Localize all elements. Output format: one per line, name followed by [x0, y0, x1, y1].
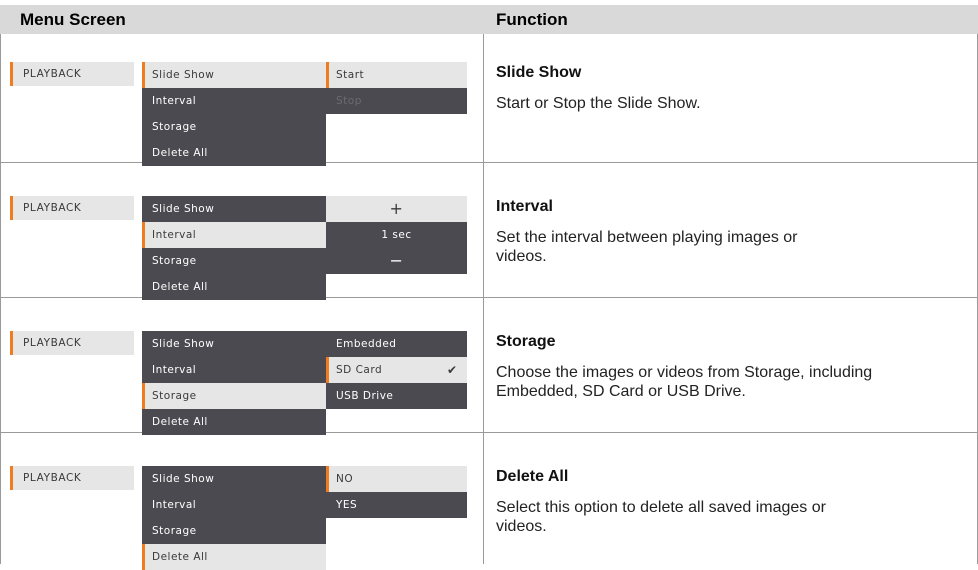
- menu-item-slide-show: Slide Show: [142, 466, 326, 492]
- menu-playback: PLAYBACK: [10, 196, 134, 220]
- option-label: 1 sec: [381, 229, 412, 241]
- decrease-icon: −: [326, 248, 467, 274]
- menu-item-label: Delete All: [152, 281, 208, 293]
- menu-item-label: Slide Show: [152, 473, 215, 485]
- menu-submenu: Slide Show Interval Storage Delete All: [142, 466, 326, 570]
- function-description: Choose the images or videos from Storage…: [496, 364, 873, 400]
- menu-item-delete-all: Delete All: [142, 544, 326, 570]
- menu-item-label: Storage: [152, 121, 197, 133]
- menu-playback-label: PLAYBACK: [23, 337, 82, 349]
- menu-playback-label: PLAYBACK: [23, 68, 82, 80]
- option-label: NO: [336, 473, 354, 485]
- table-row-delete-all: PLAYBACK Slide Show Interval Storage Del…: [0, 461, 978, 570]
- menu-item-storage: Storage: [142, 383, 326, 409]
- table-row-interval: PLAYBACK Slide Show Interval Storage Del…: [0, 191, 978, 300]
- menu-item-label: Slide Show: [152, 338, 215, 350]
- checkmark-icon: ✔: [446, 363, 457, 377]
- option-label: USB Drive: [336, 390, 394, 402]
- option-sd-card: SD Card ✔: [326, 357, 467, 383]
- option-stop: Stop: [326, 88, 467, 114]
- menu-item-storage: Storage: [142, 114, 326, 140]
- menu-options: + 1 sec −: [326, 196, 467, 274]
- menu-item-label: Interval: [152, 95, 197, 107]
- menu-playback: PLAYBACK: [10, 331, 134, 355]
- plus-icon: +: [389, 199, 404, 218]
- option-start: Start: [326, 62, 467, 88]
- menu-item-label: Delete All: [152, 416, 208, 428]
- option-yes: YES: [326, 492, 467, 518]
- function-description: Select this option to delete all saved i…: [496, 499, 826, 535]
- menu-item-storage: Storage: [142, 248, 326, 274]
- menu-item-delete-all: Delete All: [142, 140, 326, 166]
- function-title: Delete All: [496, 468, 569, 485]
- option-label: SD Card: [336, 364, 383, 376]
- menu-options: Embedded SD Card ✔ USB Drive: [326, 331, 467, 409]
- option-label: Stop: [336, 95, 362, 107]
- menu-item-label: Delete All: [152, 551, 208, 563]
- function-title: Storage: [496, 333, 556, 350]
- menu-screen-mockup: PLAYBACK Slide Show Interval Storage Del…: [10, 466, 475, 570]
- option-label: YES: [336, 499, 358, 511]
- option-interval-value: 1 sec: [326, 222, 467, 248]
- menu-playback-label: PLAYBACK: [23, 472, 82, 484]
- option-no: NO: [326, 466, 467, 492]
- menu-item-interval: Interval: [142, 357, 326, 383]
- menu-item-slide-show: Slide Show: [142, 196, 326, 222]
- table-row-slide-show: PLAYBACK Slide Show Interval Storage Del…: [0, 57, 978, 166]
- menu-item-interval: Interval: [142, 492, 326, 518]
- menu-item-label: Interval: [152, 229, 197, 241]
- menu-screen-mockup: PLAYBACK Slide Show Interval Storage Del…: [10, 196, 475, 300]
- table-row-storage: PLAYBACK Slide Show Interval Storage Del…: [0, 326, 978, 435]
- minus-icon: −: [389, 251, 404, 270]
- menu-item-label: Interval: [152, 364, 197, 376]
- menu-item-label: Storage: [152, 525, 197, 537]
- menu-submenu: Slide Show Interval Storage Delete All: [142, 196, 326, 300]
- header-function: Function: [496, 10, 568, 29]
- option-label: Embedded: [336, 338, 397, 350]
- menu-item-interval: Interval: [142, 222, 326, 248]
- menu-item-label: Storage: [152, 390, 197, 402]
- menu-options: NO YES: [326, 466, 467, 518]
- menu-screen-mockup: PLAYBACK Slide Show Interval Storage Del…: [10, 331, 475, 435]
- table-header: Menu Screen Function: [0, 5, 978, 34]
- option-usb-drive: USB Drive: [326, 383, 467, 409]
- function-title: Slide Show: [496, 64, 582, 81]
- menu-screen-mockup: PLAYBACK Slide Show Interval Storage Del…: [10, 62, 475, 166]
- menu-playback: PLAYBACK: [10, 466, 134, 490]
- header-menu-screen: Menu Screen: [20, 10, 126, 29]
- menu-item-slide-show: Slide Show: [142, 331, 326, 357]
- menu-item-delete-all: Delete All: [142, 409, 326, 435]
- menu-item-interval: Interval: [142, 88, 326, 114]
- menu-item-label: Slide Show: [152, 69, 215, 81]
- menu-item-label: Storage: [152, 255, 197, 267]
- menu-item-label: Delete All: [152, 147, 208, 159]
- menu-options: Start Stop: [326, 62, 467, 114]
- option-label: Start: [336, 69, 365, 81]
- option-embedded: Embedded: [326, 331, 467, 357]
- menu-submenu: Slide Show Interval Storage Delete All: [142, 62, 326, 166]
- menu-playback: PLAYBACK: [10, 62, 134, 86]
- menu-submenu: Slide Show Interval Storage Delete All: [142, 331, 326, 435]
- menu-item-slide-show: Slide Show: [142, 62, 326, 88]
- menu-playback-label: PLAYBACK: [23, 202, 82, 214]
- menu-item-label: Interval: [152, 499, 197, 511]
- function-description: Set the interval between playing images …: [496, 229, 798, 265]
- increase-icon: +: [326, 196, 467, 222]
- menu-item-label: Slide Show: [152, 203, 215, 215]
- function-description: Start or Stop the Slide Show.: [496, 95, 701, 112]
- menu-item-delete-all: Delete All: [142, 274, 326, 300]
- function-title: Interval: [496, 198, 553, 215]
- menu-item-storage: Storage: [142, 518, 326, 544]
